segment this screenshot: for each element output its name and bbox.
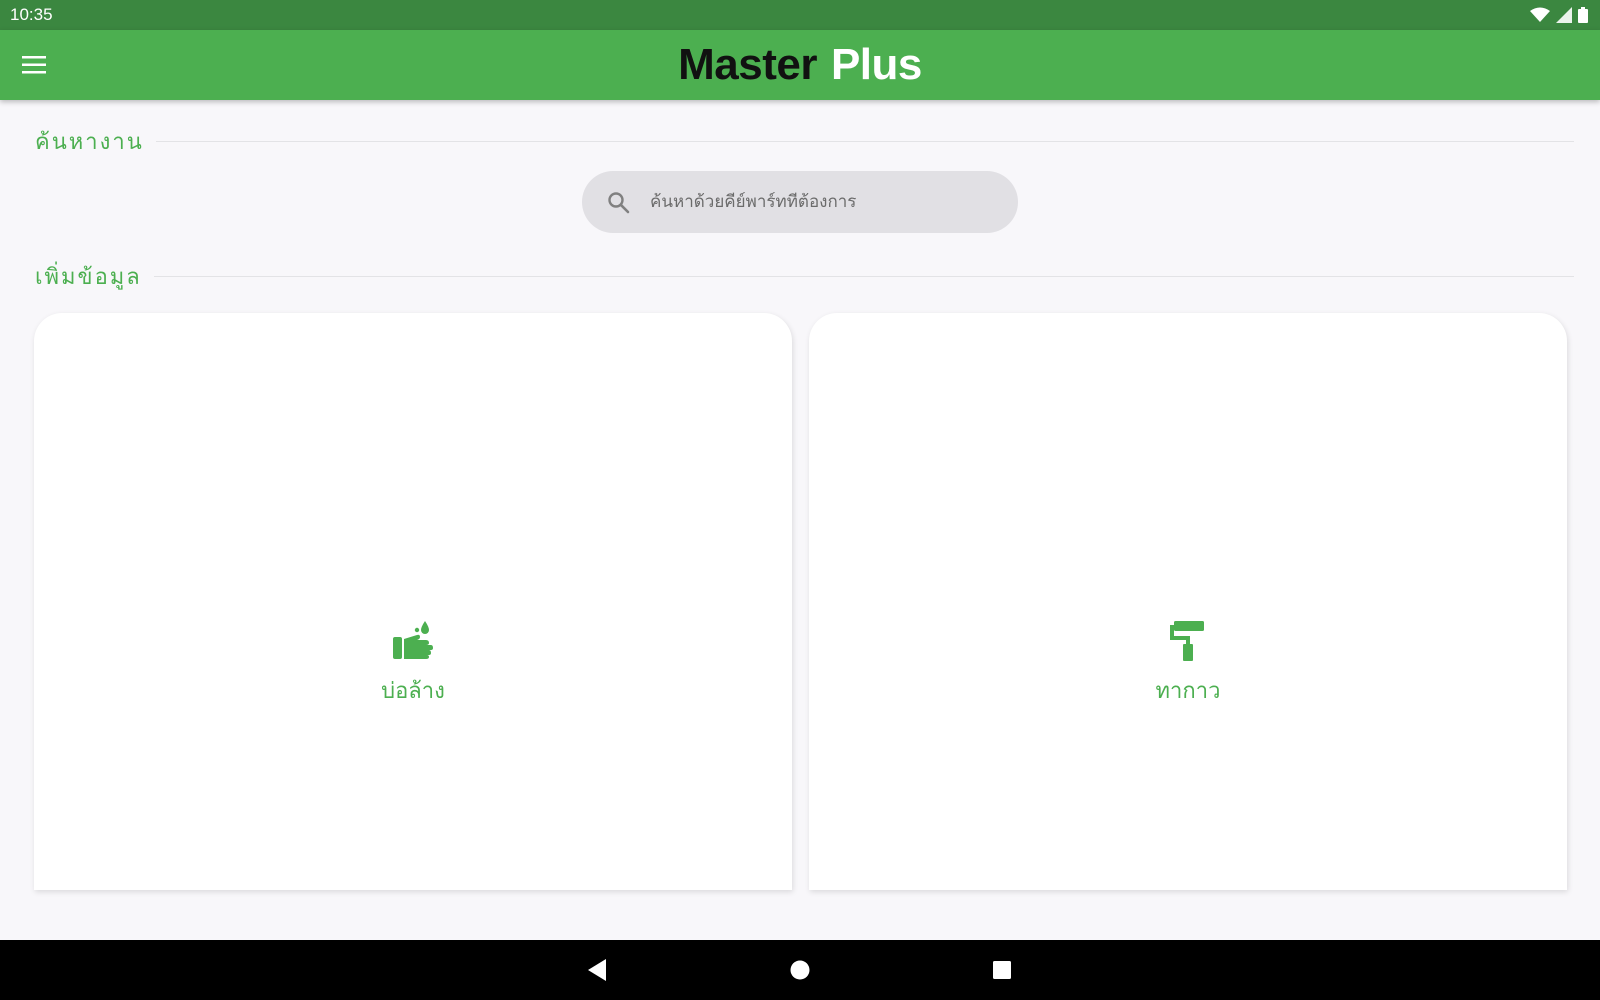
card-label: ทากาว <box>1155 679 1221 704</box>
app-bar: Master Plus <box>0 30 1600 100</box>
battery-icon <box>1578 7 1588 23</box>
wifi-icon <box>1530 7 1550 22</box>
card-wash-basin[interactable]: บ่อล้าง <box>34 313 792 890</box>
search-icon <box>608 192 630 214</box>
recents-square-icon <box>993 961 1011 979</box>
card-label: บ่อล้าง <box>381 679 445 704</box>
app-logo: Master Plus <box>0 30 1600 100</box>
add-section-header: เพิ่มข้อมูล <box>35 261 1574 291</box>
hand-wash-icon <box>392 621 433 659</box>
home-button[interactable] <box>789 958 811 986</box>
search-section-title: ค้นหางาน <box>35 129 144 155</box>
signal-icon <box>1556 7 1572 23</box>
status-icons <box>1530 7 1588 23</box>
back-triangle-icon <box>588 959 606 981</box>
search-section-header: ค้นหางาน <box>35 126 1574 156</box>
section-divider <box>155 140 1574 142</box>
status-time: 10:35 <box>10 5 53 24</box>
search-input[interactable] <box>650 192 970 212</box>
section-divider <box>153 275 1574 277</box>
card-glue-application[interactable]: ทากาว <box>809 313 1567 890</box>
paint-roller-icon <box>1169 621 1204 661</box>
home-circle-icon <box>790 960 810 980</box>
recents-button[interactable] <box>991 958 1013 986</box>
add-section-title: เพิ่มข้อมูล <box>35 264 142 290</box>
navigation-bar <box>0 940 1600 1000</box>
search-bar[interactable] <box>582 171 1018 233</box>
status-bar: 10:35 <box>0 0 1600 30</box>
brand-text-plus: Plus <box>830 40 922 89</box>
brand-text-master: Master <box>678 40 817 89</box>
back-button[interactable] <box>586 958 608 986</box>
